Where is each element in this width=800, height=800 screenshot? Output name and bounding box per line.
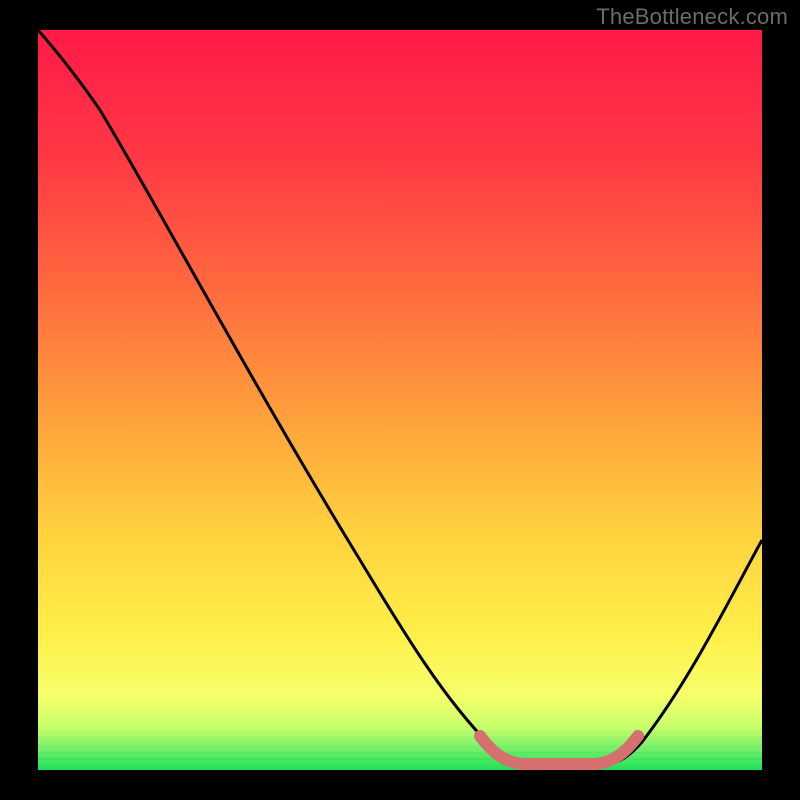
chart-frame: TheBottleneck.com bbox=[0, 0, 800, 800]
bottleneck-chart bbox=[0, 0, 800, 800]
watermark-text: TheBottleneck.com bbox=[596, 4, 788, 30]
plot-background bbox=[38, 30, 762, 770]
